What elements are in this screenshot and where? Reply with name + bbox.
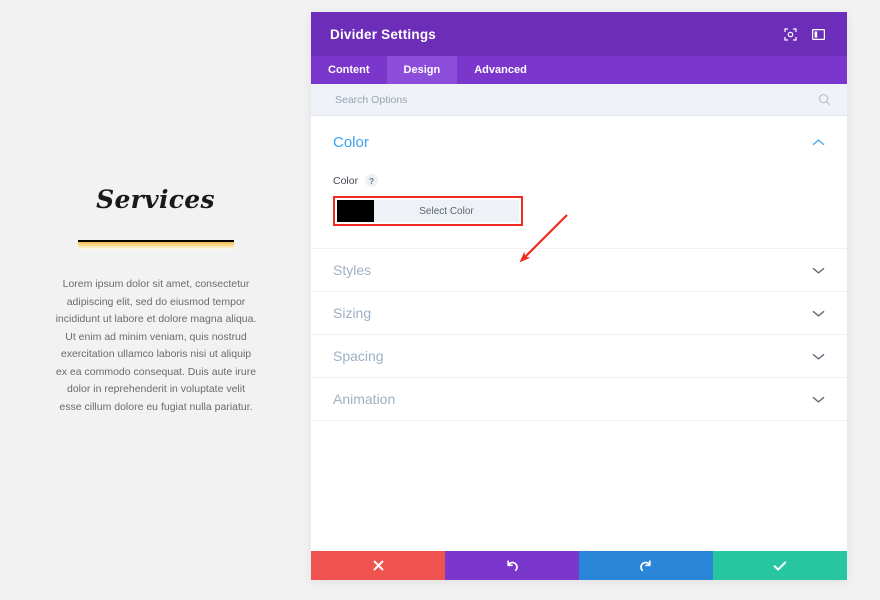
- divider-settings-modal: Divider Settings Content Design Advanced: [311, 12, 847, 580]
- redo-button[interactable]: [579, 551, 713, 580]
- section-sizing-label: Sizing: [333, 305, 372, 321]
- help-question-icon[interactable]: ?: [365, 174, 379, 187]
- body-paragraph: Lorem ipsum dolor sit amet, consectetur …: [55, 278, 257, 413]
- section-color-header[interactable]: Color: [333, 134, 825, 151]
- chevron-down-icon[interactable]: [812, 395, 825, 404]
- undo-arrow-icon: [507, 559, 518, 571]
- chevron-up-icon[interactable]: [812, 138, 825, 147]
- chevron-down-icon[interactable]: [812, 309, 825, 318]
- page-title: Services: [96, 185, 215, 214]
- modal-tab-bar: Content Design Advanced: [311, 56, 847, 84]
- color-field-label-row: Color ?: [333, 174, 825, 187]
- cross-icon: [373, 560, 383, 571]
- modal-footer-bar: [311, 551, 847, 580]
- section-sizing[interactable]: Sizing: [311, 292, 847, 335]
- section-styles-label: Styles: [333, 262, 372, 278]
- undo-button[interactable]: [445, 551, 579, 580]
- website-preview-canvas: Services Lorem ipsum dolor sit amet, con…: [0, 0, 311, 600]
- section-spacing-label: Spacing: [333, 348, 384, 364]
- modal-body: Color Color ? Select Color Styles Sizing…: [311, 116, 847, 551]
- modal-header: Divider Settings: [311, 12, 847, 56]
- section-spacing[interactable]: Spacing: [311, 335, 847, 378]
- cancel-button[interactable]: [311, 551, 445, 580]
- section-styles[interactable]: Styles: [311, 249, 847, 292]
- search-options-row: [311, 84, 847, 116]
- tab-content[interactable]: Content: [311, 56, 387, 84]
- services-section: Services: [0, 185, 311, 249]
- checkmark-icon: [773, 560, 787, 571]
- color-picker-control[interactable]: Select Color: [337, 200, 519, 222]
- divider-module[interactable]: [77, 240, 234, 249]
- chevron-down-icon[interactable]: [812, 352, 825, 361]
- focus-target-icon[interactable]: [779, 23, 801, 45]
- section-color: Color Color ? Select Color: [311, 116, 847, 249]
- section-animation-label: Animation: [333, 391, 396, 407]
- tab-advanced[interactable]: Advanced: [457, 56, 544, 84]
- section-animation[interactable]: Animation: [311, 378, 847, 421]
- annotation-highlight-box: Select Color: [333, 196, 523, 226]
- search-icon[interactable]: [818, 93, 831, 106]
- color-swatch-preview[interactable]: [337, 200, 374, 222]
- search-input[interactable]: [333, 92, 818, 107]
- save-button[interactable]: [713, 551, 847, 580]
- divider-color-line: [77, 240, 234, 242]
- modal-title: Divider Settings: [330, 26, 436, 42]
- color-field-label: Color: [333, 174, 359, 187]
- chevron-down-icon[interactable]: [812, 266, 825, 275]
- select-color-button[interactable]: Select Color: [374, 200, 519, 222]
- section-color-title: Color: [333, 134, 369, 151]
- layout-panel-icon[interactable]: [807, 23, 829, 45]
- redo-arrow-icon: [640, 559, 651, 571]
- tab-design[interactable]: Design: [386, 56, 458, 84]
